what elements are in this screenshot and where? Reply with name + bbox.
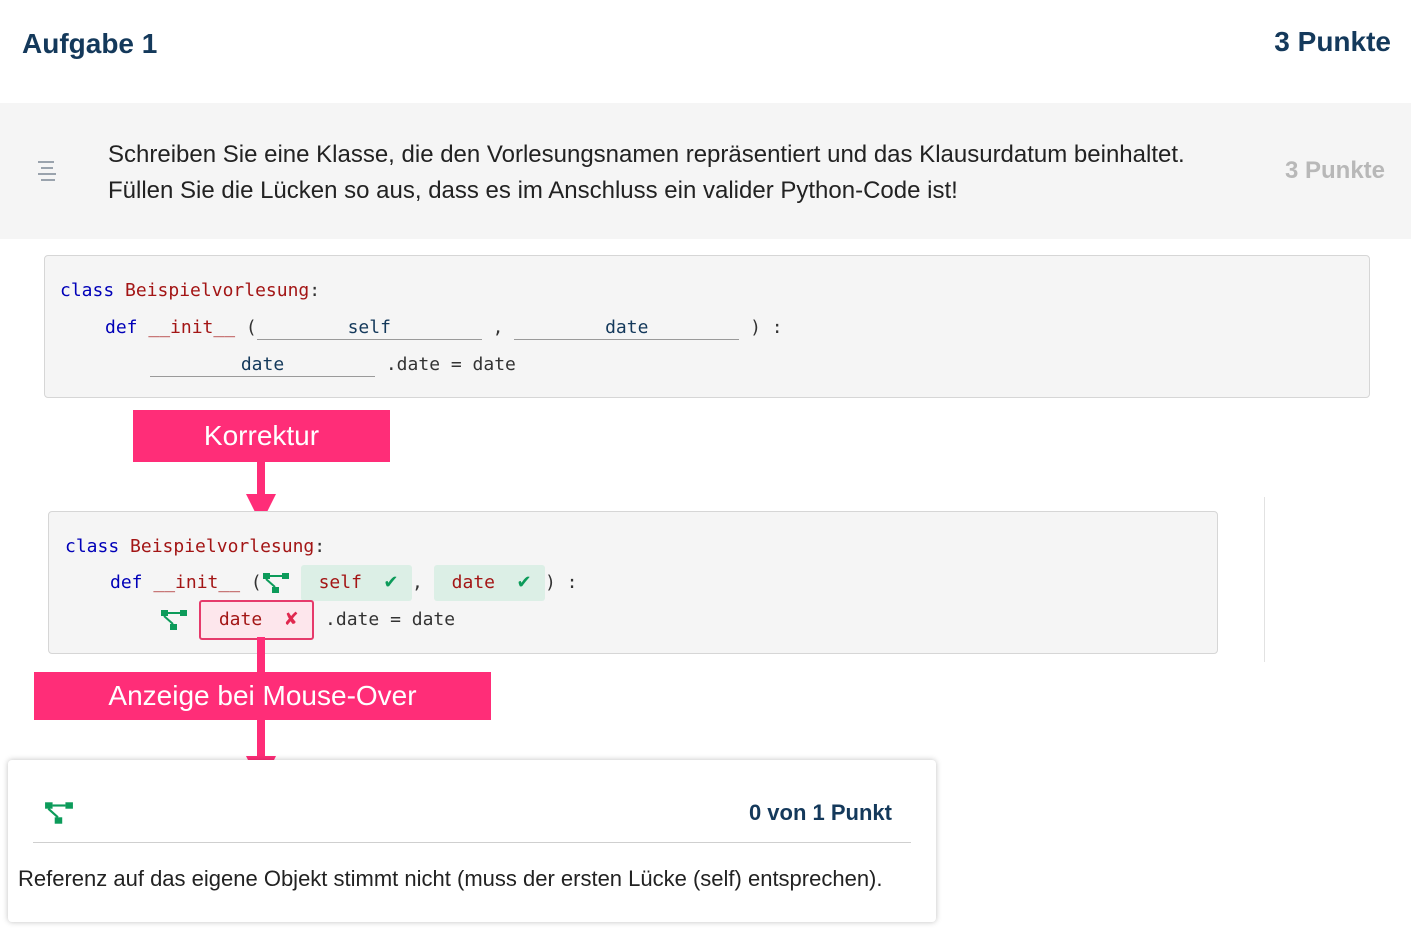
blank-input-1[interactable]: self xyxy=(256,317,482,340)
check-icon: ✔ xyxy=(516,572,532,593)
popup-points: 0 von 1 Punkt xyxy=(748,800,892,825)
divider xyxy=(1264,497,1265,662)
code-keyword: class xyxy=(65,536,120,557)
code-keyword: def xyxy=(110,572,143,593)
answer-value: date xyxy=(218,609,263,630)
code-class-name: Beispielvorlesung xyxy=(130,536,315,557)
blank-input-3[interactable]: date xyxy=(150,354,375,377)
answer-chip-3[interactable]: date ✘ xyxy=(198,600,315,640)
code-colon: : xyxy=(309,280,321,301)
tree-structure-icon[interactable] xyxy=(262,571,290,595)
code-close: ) : xyxy=(750,317,783,338)
code-close: ) : xyxy=(545,572,578,593)
popup-divider xyxy=(33,842,911,843)
corrected-line-3: date ✘ .date = date xyxy=(160,600,455,640)
answer-value: self xyxy=(318,572,362,593)
code-comma: , xyxy=(411,572,423,593)
mouseover-arrow-top xyxy=(257,637,265,672)
answer-chip-2[interactable]: date ✔ xyxy=(433,565,545,601)
code-keyword: def xyxy=(105,317,138,338)
code-paren: ( xyxy=(245,317,257,338)
code-line-1: class Beispielvorlesung: xyxy=(60,280,320,301)
answer-chip-1[interactable]: self ✔ xyxy=(300,565,412,601)
correction-label: Korrektur xyxy=(133,410,390,462)
check-icon: ✔ xyxy=(383,572,399,593)
code-fn-name: __init__ xyxy=(153,572,241,593)
mouseover-label: Anzeige bei Mouse-Over xyxy=(34,672,491,720)
code-class-name: Beispielvorlesung xyxy=(125,280,310,301)
corrected-line-2: def __init__ ( self ✔, date ✔ ) : xyxy=(110,565,578,601)
cross-icon: ✘ xyxy=(283,609,299,630)
code-rest: .date = date xyxy=(385,354,516,375)
answer-value: date xyxy=(451,572,495,593)
code-rest: .date = date xyxy=(325,609,456,630)
correction-arrow xyxy=(257,462,265,498)
feedback-popup: 0 von 1 Punkt Referenz auf das eigene Ob… xyxy=(8,760,936,922)
code-comma: , xyxy=(492,317,504,338)
code-paren: ( xyxy=(250,572,262,593)
corrected-line-1: class Beispielvorlesung: xyxy=(65,536,325,557)
popup-feedback: Referenz auf das eigene Objekt stimmt ni… xyxy=(18,866,883,891)
question-points: 3 Punkte xyxy=(1284,157,1385,184)
code-line-3: date .date = date xyxy=(150,354,516,377)
question-text: Schreiben Sie eine Klasse, die den Vorle… xyxy=(108,141,1185,204)
code-line-2: def __init__ (self , date ) : xyxy=(105,317,783,340)
code-keyword: class xyxy=(60,280,115,301)
task-title: Aufgabe 1 xyxy=(22,28,158,59)
code-fn-name: __init__ xyxy=(148,317,236,338)
mouseover-arrow xyxy=(257,720,265,758)
text-lines-icon xyxy=(38,161,56,181)
blank-input-2[interactable]: date xyxy=(514,317,740,340)
task-points: 3 Punkte xyxy=(1274,26,1391,57)
tree-structure-icon xyxy=(45,802,73,824)
code-colon: : xyxy=(314,536,326,557)
tree-structure-icon[interactable] xyxy=(160,608,188,632)
